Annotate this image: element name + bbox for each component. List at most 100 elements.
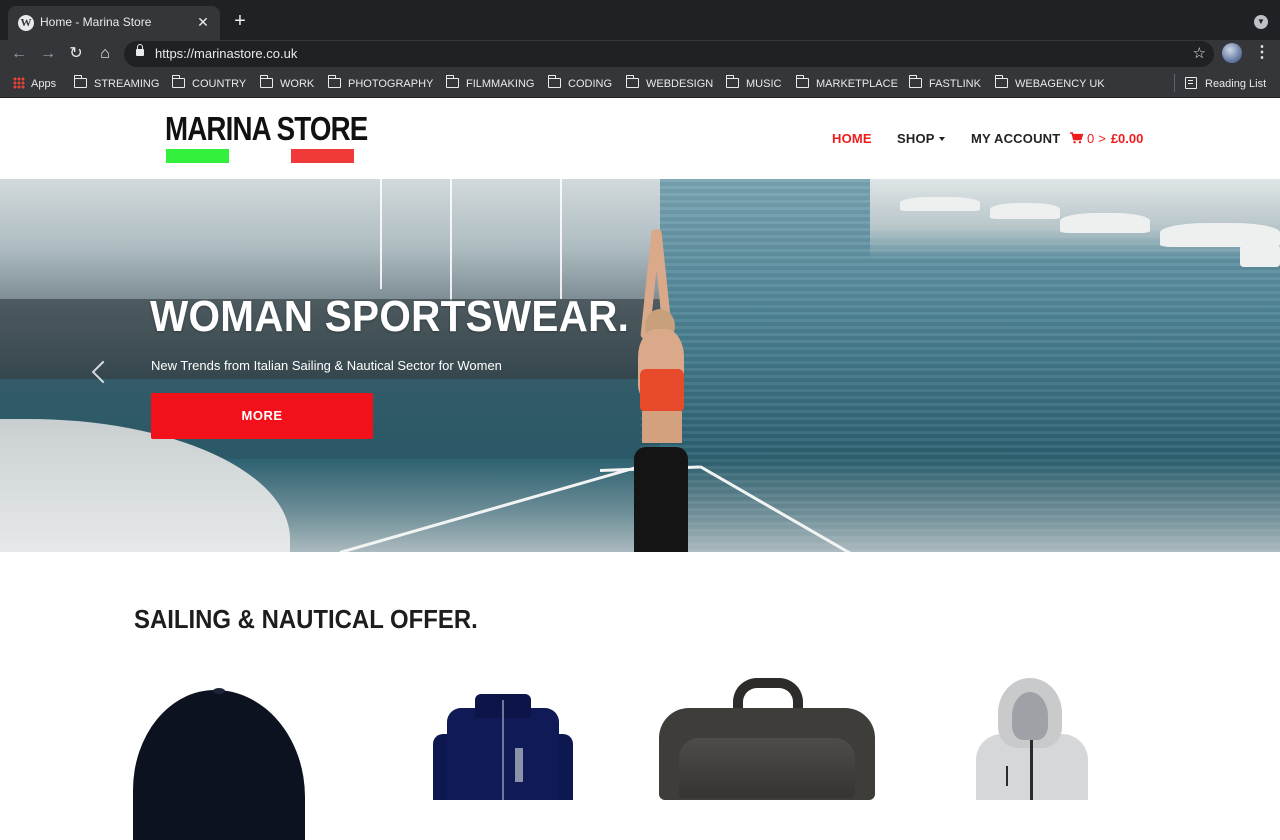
bookmark-photography[interactable]: PHOTOGRAPHY (328, 75, 434, 92)
browser-menu-icon[interactable]: ⋮ (1254, 44, 1270, 62)
folder-icon (726, 75, 739, 88)
back-icon[interactable]: ← (9, 44, 29, 64)
bookmark-label: MARKETPLACE (816, 78, 898, 90)
folder-icon (446, 75, 459, 88)
bookmark-label: WORK (280, 78, 315, 90)
reading-list-button[interactable]: Reading List (1185, 76, 1266, 92)
tab-title: Home - Marina Store (40, 15, 152, 29)
bookmark-music[interactable]: MUSIC (726, 75, 782, 92)
slider-prev-arrow-icon[interactable] (92, 358, 106, 386)
address-bar[interactable]: https://marinastore.co.uk ☆ (124, 41, 1214, 67)
cap-crown (133, 690, 305, 840)
hero-title: WOMAN SPORTSWEAR. (150, 292, 630, 341)
cap-button (213, 688, 225, 694)
folder-icon (74, 75, 87, 88)
hero-more-button[interactable]: MORE (151, 393, 373, 439)
jacket-stripe (515, 748, 523, 782)
cart-total: £0.00 (1110, 131, 1144, 146)
bookmark-label: Apps (31, 78, 57, 90)
bag-shade (679, 738, 855, 798)
product-jacket-image[interactable] (433, 694, 573, 800)
bookmarks-bar: Apps STREAMING COUNTRY WORK PHOTOGRAPHY … (0, 68, 1280, 98)
bookmarks-divider (1174, 74, 1175, 92)
nav-shop[interactable]: SHOP (897, 131, 945, 147)
folder-icon (796, 75, 809, 88)
bookmark-work[interactable]: WORK (260, 75, 315, 92)
bookmark-webdesign[interactable]: WEBDESIGN (626, 75, 714, 92)
close-tab-icon[interactable]: ✕ (194, 13, 212, 31)
bookmark-star-icon[interactable]: ☆ (1193, 44, 1206, 62)
site-header: MARINA STORE HOME SHOP MY ACCOUNT 0 > £0.0… (0, 99, 1280, 179)
bookmark-label: COUNTRY (192, 78, 247, 90)
reading-list-label: Reading List (1205, 78, 1267, 90)
folder-icon (260, 75, 273, 88)
bookmark-fastlink[interactable]: FASTLINK (909, 75, 981, 92)
nav-shop-label: SHOP (897, 131, 935, 146)
bookmark-coding[interactable]: CODING (548, 75, 612, 92)
bookmark-apps[interactable]: Apps (13, 76, 56, 92)
reading-list-icon (1185, 77, 1197, 89)
caret-down-icon (938, 137, 945, 141)
cart-icon (1070, 132, 1083, 144)
logo-text: MARINA STORE (165, 110, 368, 147)
logo-red-bar (291, 149, 354, 163)
bookmark-label: FILMMAKING (466, 78, 535, 90)
folder-icon (172, 75, 185, 88)
hero-subtitle: New Trends from Italian Sailing & Nautic… (151, 358, 502, 373)
folder-icon (548, 75, 561, 88)
profile-avatar[interactable] (1222, 43, 1242, 63)
woman-sports-top (640, 369, 684, 411)
product-cap-image[interactable] (133, 688, 305, 840)
nav-home[interactable]: HOME (832, 131, 872, 147)
cart-link[interactable]: 0 > £0.00 (1070, 131, 1143, 147)
product-bag-image[interactable] (659, 678, 875, 800)
hoodie-hood-inner (1012, 692, 1048, 740)
cart-count: 0 (1087, 131, 1095, 146)
browser-tab[interactable]: W Home - Marina Store ✕ (8, 6, 220, 40)
bookmark-country[interactable]: COUNTRY (172, 75, 247, 92)
hoodie-pocket (1006, 766, 1008, 786)
folder-icon (909, 75, 922, 88)
site-logo[interactable]: MARINA STORE (165, 112, 368, 164)
jacket-zip (502, 700, 504, 800)
wordpress-icon: W (18, 15, 34, 31)
bookmark-label: PHOTOGRAPHY (348, 78, 434, 90)
nav-my-account[interactable]: MY ACCOUNT (971, 131, 1060, 147)
bookmark-label: FASTLINK (929, 78, 981, 90)
boat-hull (1060, 213, 1150, 233)
section-title: SAILING & NAUTICAL OFFER. (134, 604, 478, 634)
forward-icon[interactable]: → (38, 44, 58, 64)
product-hoodie-image[interactable] (970, 678, 1094, 800)
bookmark-label: MUSIC (746, 78, 782, 90)
home-icon[interactable]: ⌂ (95, 44, 115, 64)
new-tab-button[interactable]: + (230, 11, 250, 31)
browser-toolbar: ← → ↻ ⌂ https://marinastore.co.uk ☆ (0, 40, 1280, 68)
browser-tab-bar: W Home - Marina Store ✕ + ▼ (0, 0, 1280, 40)
boat-hull (1240, 237, 1280, 267)
boat-hull (900, 197, 980, 211)
bookmark-label: STREAMING (94, 78, 160, 90)
woman-leggings (634, 447, 688, 552)
cart-arrow: > (1098, 131, 1106, 146)
boat-hull (990, 203, 1060, 219)
folder-icon (995, 75, 1008, 88)
url-text[interactable]: https://marinastore.co.uk (155, 46, 297, 61)
apps-grid-icon (13, 77, 25, 89)
logo-green-bar (166, 149, 229, 163)
bookmark-marketplace[interactable]: MARKETPLACE (796, 75, 898, 92)
woman-figure (620, 179, 700, 552)
bookmark-webagency-uk[interactable]: WEBAGENCY UK (995, 75, 1105, 92)
boat-mast (560, 179, 562, 299)
folder-icon (328, 75, 341, 88)
woman-waist (642, 411, 682, 443)
bookmark-label: CODING (568, 78, 612, 90)
lock-icon[interactable] (136, 44, 144, 56)
bookmark-filmmaking[interactable]: FILMMAKING (446, 75, 535, 92)
tab-search-icon[interactable]: ▼ (1254, 15, 1268, 29)
bookmark-label: WEBDESIGN (646, 78, 714, 90)
reload-icon[interactable]: ↻ (66, 44, 86, 64)
bookmark-streaming[interactable]: STREAMING (74, 75, 160, 92)
hoodie-zip (1030, 740, 1033, 800)
boat-mast (380, 179, 382, 289)
folder-icon (626, 75, 639, 88)
